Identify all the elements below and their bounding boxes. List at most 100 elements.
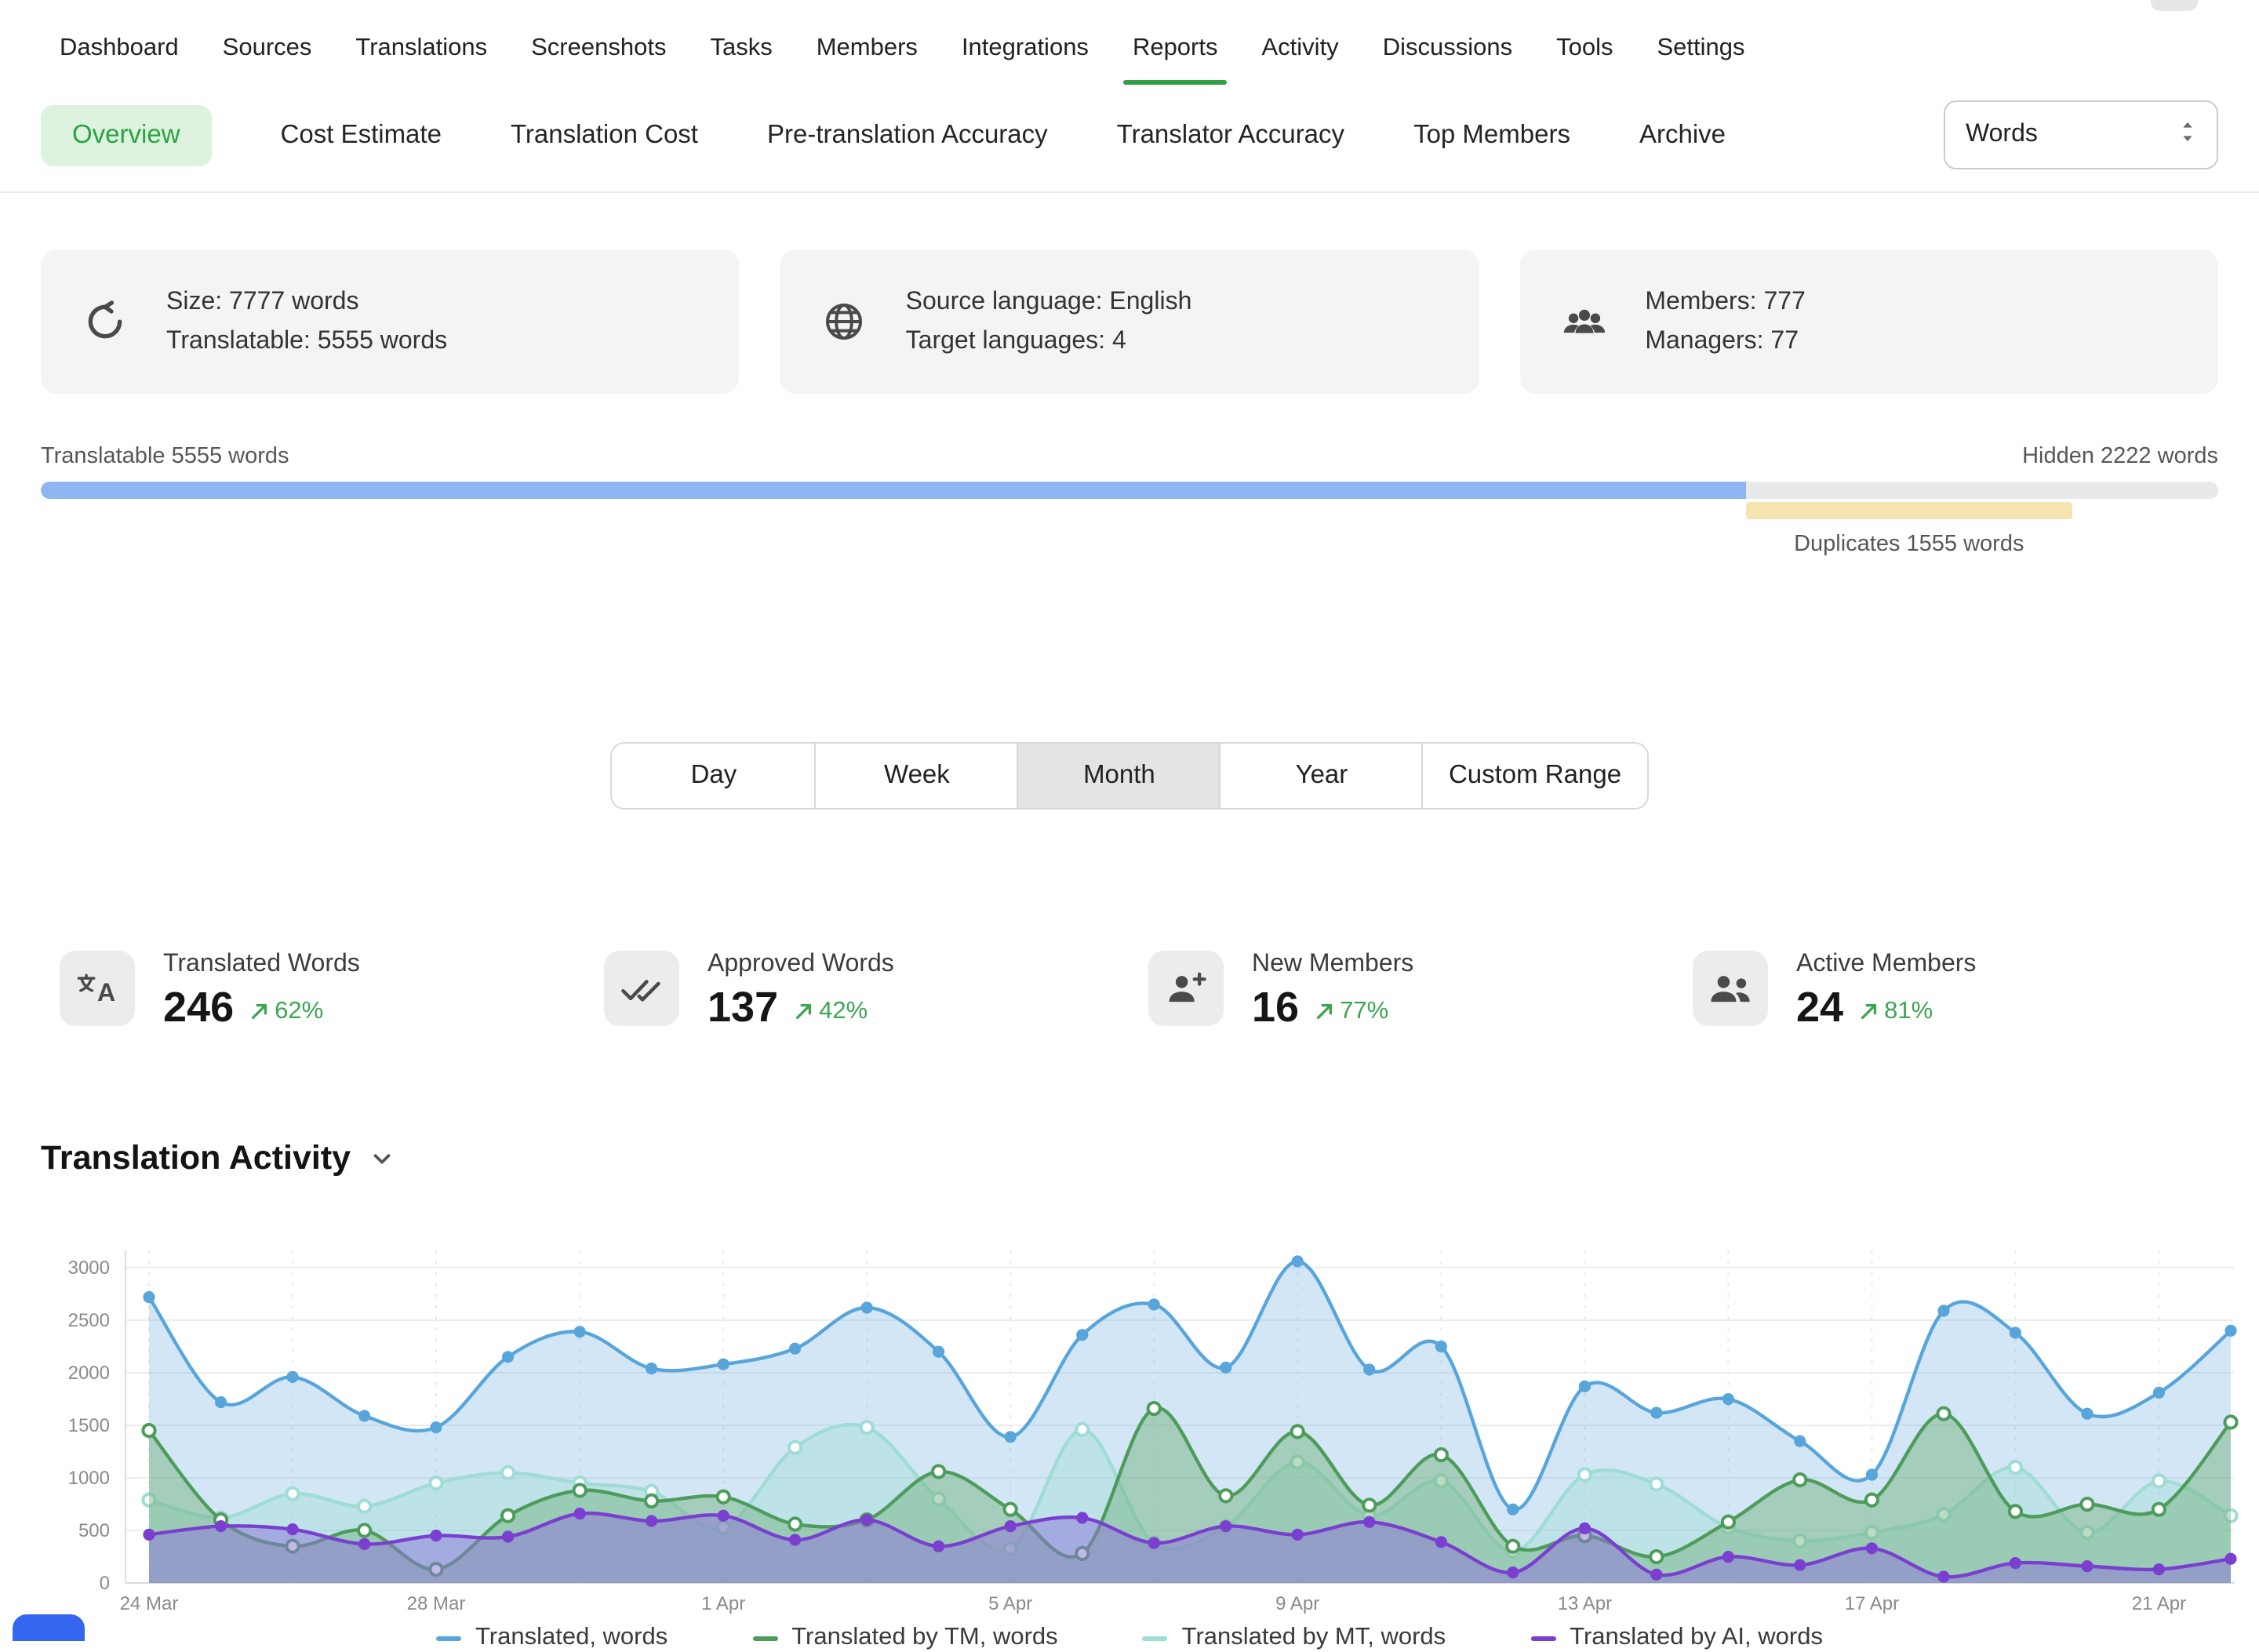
card-lines: Size: 7777 wordsTranslatable: 5555 words: [166, 284, 447, 359]
data-point: [2153, 1563, 2165, 1575]
nav-item-discussions[interactable]: Discussions: [1383, 22, 1512, 85]
stat-value: 16: [1252, 984, 1299, 1032]
legend-item-translated-by-ai-words[interactable]: Translated by AI, words: [1530, 1624, 1823, 1652]
reports-page: Dashboard Sources Translations Screenshots T…: [0, 0, 2259, 1641]
nav-item-translations[interactable]: Translations: [355, 22, 487, 85]
stat-delta: 77%: [1315, 997, 1388, 1025]
data-point: [2010, 1326, 2021, 1338]
legend-label: Translated by AI, words: [1570, 1624, 1823, 1652]
nav-item-label: Screenshots: [531, 35, 666, 61]
data-point: [1435, 1536, 1447, 1548]
stat-value: 24: [1796, 984, 1843, 1032]
stat-delta-value: 81%: [1884, 997, 1933, 1025]
data-point: [1937, 1304, 1949, 1316]
stat-label: Approved Words: [708, 951, 894, 979]
range-button-custom-range[interactable]: Custom Range: [1422, 744, 1646, 808]
reports-subnav-row: Overview Cost Estimate Translation Cost Pre…: [0, 91, 2259, 193]
data-point: [1435, 1341, 1447, 1352]
nav-item-label: Dashboard: [60, 35, 179, 61]
sync-icon: [78, 295, 132, 348]
data-point: [1292, 1529, 1304, 1541]
nav-item-members[interactable]: Members: [817, 22, 918, 85]
nav-item-sources[interactable]: Sources: [223, 22, 312, 85]
members-icon: [1557, 295, 1610, 348]
x-axis-label: 1 Apr: [701, 1593, 745, 1614]
legend-dash-icon: [752, 1636, 777, 1640]
data-point: [1292, 1425, 1304, 1437]
range-button-month[interactable]: Month: [1017, 744, 1220, 808]
report-tab-translation-cost[interactable]: Translation Cost: [511, 104, 698, 166]
report-tab-translator-accuracy[interactable]: Translator Accuracy: [1117, 104, 1344, 166]
nav-item-settings[interactable]: Settings: [1657, 22, 1744, 85]
unit-select[interactable]: Words: [1944, 100, 2218, 169]
stat-label: Active Members: [1796, 951, 1976, 979]
nav-item-label: Tools: [1556, 35, 1613, 61]
new-member-icon: [1148, 951, 1224, 1026]
data-point: [502, 1530, 514, 1542]
nav-item-reports[interactable]: Reports: [1133, 22, 1218, 85]
data-point: [1292, 1255, 1304, 1267]
data-point: [1722, 1551, 1734, 1563]
data-point: [1363, 1516, 1375, 1528]
data-point: [358, 1524, 370, 1536]
report-tab-archive[interactable]: Archive: [1639, 104, 1726, 166]
chart-legend: Translated, words Translated by TM, words…: [0, 1624, 2259, 1652]
range-button-day[interactable]: Day: [613, 744, 815, 808]
stat-delta: 42%: [794, 997, 868, 1025]
stat-delta-value: 42%: [819, 997, 868, 1025]
legend-item-translated-by-tm-words[interactable]: Translated by TM, words: [752, 1624, 1057, 1652]
data-point: [1220, 1520, 1231, 1532]
window-control-cut: [2151, 0, 2198, 11]
nav-item-integrations[interactable]: Integrations: [962, 22, 1089, 85]
data-point: [1579, 1381, 1591, 1392]
translation-activity-chart: 05001000150020002500300024 Mar28 Mar1 Ap…: [0, 1194, 2259, 1621]
data-point: [286, 1371, 298, 1383]
x-axis-label: 9 Apr: [1275, 1593, 1319, 1614]
data-point: [789, 1442, 801, 1454]
legend-item-translated-words[interactable]: Translated, words: [436, 1624, 668, 1652]
report-tab-pre-translation-accuracy[interactable]: Pre-translation Accuracy: [767, 104, 1048, 166]
data-point: [789, 1534, 801, 1545]
select-arrows-icon: [2179, 118, 2196, 151]
stat-new-members: New Members 16 77%: [1130, 951, 1674, 1032]
card-line: Target languages: 4: [906, 323, 1192, 359]
card-lines: Members: 777Managers: 77: [1645, 284, 1806, 359]
x-axis-label: 17 Apr: [1845, 1593, 1899, 1614]
card-line: Managers: 77: [1645, 323, 1806, 359]
data-point: [646, 1495, 657, 1507]
activity-heading: Translation Activity: [0, 1139, 2259, 1178]
chat-widget[interactable]: [13, 1614, 85, 1641]
nav-item-activity[interactable]: Activity: [1262, 22, 1339, 85]
data-point: [286, 1523, 298, 1535]
range-selector: DayWeekMonthYearCustom Range: [611, 742, 1648, 810]
stats-row: ATranslated Words24662%Approved Words137…: [0, 951, 2259, 1032]
report-tab-cost-estimate[interactable]: Cost Estimate: [281, 104, 442, 166]
globe-icon: [818, 295, 871, 348]
data-point: [2224, 1553, 2236, 1565]
data-point: [2153, 1387, 2165, 1399]
report-tab-overview[interactable]: Overview: [41, 104, 212, 166]
data-point: [143, 1529, 155, 1541]
range-button-year[interactable]: Year: [1220, 744, 1422, 808]
nav-item-screenshots[interactable]: Screenshots: [531, 22, 666, 85]
data-point: [358, 1410, 370, 1421]
data-point: [1937, 1408, 1949, 1420]
range-button-week[interactable]: Week: [815, 744, 1017, 808]
x-axis-label: 28 Mar: [407, 1593, 466, 1614]
nav-item-tools[interactable]: Tools: [1556, 22, 1613, 85]
data-point: [1076, 1329, 1088, 1341]
data-point: [1076, 1512, 1088, 1523]
legend-item-translated-by-mt-words[interactable]: Translated by MT, words: [1143, 1624, 1446, 1652]
stat-label: New Members: [1252, 951, 1413, 979]
nav-item-tasks[interactable]: Tasks: [710, 22, 772, 85]
data-point: [646, 1515, 657, 1526]
nav-item-dashboard[interactable]: Dashboard: [60, 22, 179, 85]
chevron-down-icon[interactable]: [369, 1147, 393, 1170]
data-point: [358, 1538, 370, 1550]
data-point: [861, 1421, 873, 1433]
report-tab-top-members[interactable]: Top Members: [1413, 104, 1570, 166]
data-point: [1794, 1435, 1806, 1447]
data-point: [1937, 1570, 1949, 1582]
data-point: [215, 1396, 227, 1408]
data-point: [2081, 1498, 2093, 1510]
